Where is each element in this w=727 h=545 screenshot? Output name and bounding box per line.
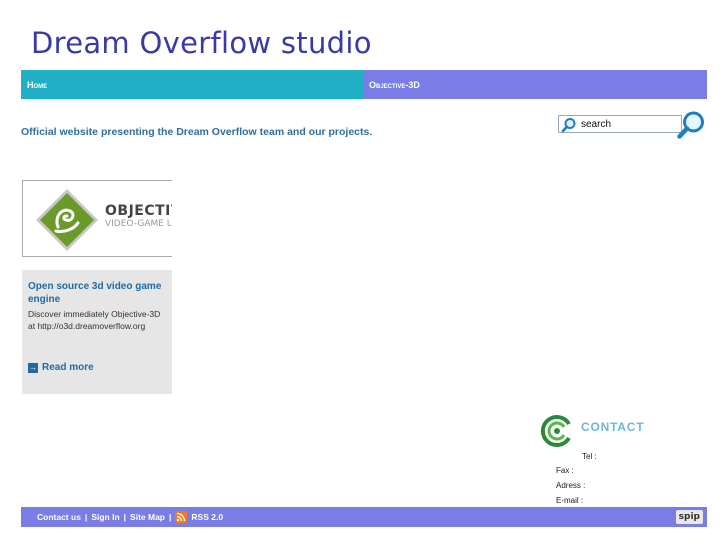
- nav-objective-3d[interactable]: Objective-3D: [363, 70, 707, 99]
- footer-separator: |: [169, 512, 172, 522]
- main-nav: Home Objective-3D: [21, 70, 707, 99]
- arrow-right-icon: →: [28, 362, 38, 373]
- rss-icon[interactable]: [175, 511, 188, 523]
- footer-contact-link[interactable]: Contact us: [37, 512, 81, 522]
- article-title[interactable]: Open source 3d video game engine: [28, 280, 168, 306]
- footer-site-map-link[interactable]: Site Map: [130, 512, 165, 522]
- footer-rss-link[interactable]: RSS 2.0: [191, 512, 223, 522]
- search-form: [558, 110, 708, 142]
- spip-logo[interactable]: spip: [675, 510, 703, 524]
- contact-icon: [540, 415, 571, 447]
- footer-separator: |: [84, 512, 88, 522]
- logo-diamond-icon: [36, 189, 98, 251]
- article-card: OBJECTIV VIDEO-GAME L Open source 3d vid…: [22, 180, 172, 394]
- magnifier-icon[interactable]: [676, 110, 706, 140]
- site-title[interactable]: Dream Overflow studio: [31, 26, 372, 60]
- contact-address: Adress :: [556, 481, 586, 490]
- logo-subtext: VIDEO-GAME L: [105, 219, 172, 229]
- tagline: Official website presenting the Dream Ov…: [21, 126, 373, 138]
- footer-sign-in-link[interactable]: Sign In: [91, 512, 119, 522]
- contact-tel: Tel :: [582, 452, 597, 461]
- read-more-link[interactable]: → Read more: [28, 362, 94, 373]
- nav-home[interactable]: Home: [21, 70, 363, 99]
- footer-separator: |: [123, 512, 127, 522]
- search-icon: [561, 118, 576, 133]
- contact-title: CONTACT: [581, 420, 645, 434]
- article-image[interactable]: OBJECTIV VIDEO-GAME L: [22, 180, 172, 270]
- article-description: Discover immediately Objective-3D at htt…: [28, 309, 161, 331]
- contact-email: E-mail :: [556, 496, 584, 505]
- read-more-label: Read more: [42, 362, 94, 373]
- contact-fax: Fax :: [556, 466, 574, 475]
- article-image-frame: OBJECTIV VIDEO-GAME L: [22, 180, 172, 257]
- logo-text: OBJECTIV: [105, 203, 172, 219]
- footer: Contact us | Sign In | Site Map | RSS 2.…: [21, 507, 707, 527]
- footer-links: Contact us | Sign In | Site Map | RSS 2.…: [37, 511, 223, 523]
